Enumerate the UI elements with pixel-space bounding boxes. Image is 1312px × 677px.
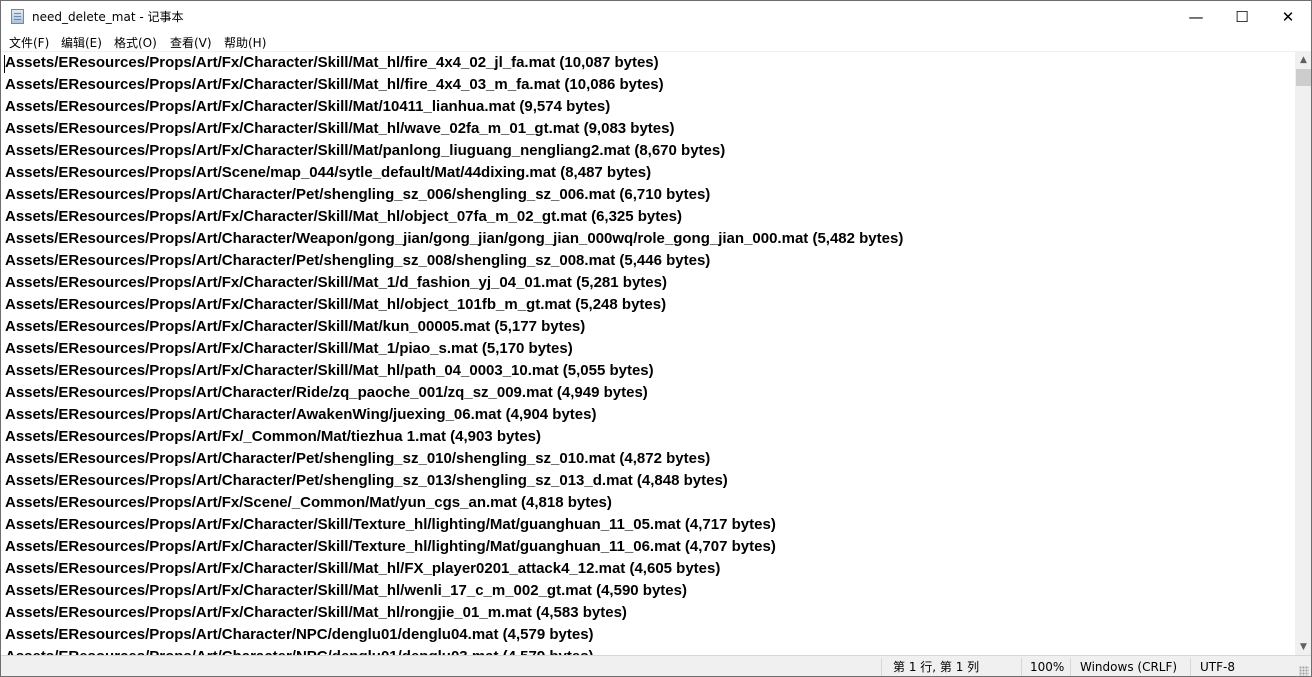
text-line: Assets/EResources/Props/Art/Fx/Character… — [5, 208, 682, 225]
close-button[interactable]: ✕ — [1265, 1, 1311, 32]
notepad-window: need_delete_mat - 记事本 — ☐ ✕ 文件(F) 编辑(E) … — [0, 0, 1312, 677]
status-divider — [1190, 658, 1191, 676]
maximize-button[interactable]: ☐ — [1219, 1, 1265, 32]
text-line: Assets/EResources/Props/Art/Character/Pe… — [5, 450, 711, 467]
text-line: Assets/EResources/Props/Art/Fx/Character… — [5, 538, 776, 555]
resize-grip-icon[interactable] — [1299, 666, 1309, 676]
text-editor[interactable]: Assets/EResources/Props/Art/Fx/Character… — [1, 51, 1295, 656]
text-line: Assets/EResources/Props/Art/Character/Pe… — [5, 252, 711, 269]
title-bar: need_delete_mat - 记事本 — ☐ ✕ — [1, 1, 1311, 32]
text-line: Assets/EResources/Props/Art/Character/Pe… — [5, 472, 728, 489]
vertical-scrollbar[interactable]: ▲ ▼ — [1295, 51, 1311, 655]
text-line: Assets/EResources/Props/Art/Fx/_Common/M… — [5, 428, 542, 445]
menu-bar: 文件(F) 编辑(E) 格式(O) 查看(V) 帮助(H) — [1, 32, 1311, 51]
text-line: Assets/EResources/Props/Art/Scene/map_04… — [5, 164, 652, 181]
notepad-icon — [11, 9, 24, 24]
text-line: Assets/EResources/Props/Art/Character/NP… — [5, 626, 594, 643]
text-line: Assets/EResources/Props/Art/Fx/Character… — [5, 560, 721, 577]
text-line: Assets/EResources/Props/Art/Fx/Scene/_Co… — [5, 494, 612, 511]
text-line: Assets/EResources/Props/Art/Fx/Character… — [5, 318, 586, 335]
text-line: Assets/EResources/Props/Art/Fx/Character… — [5, 98, 611, 115]
text-line: Assets/EResources/Props/Art/Fx/Character… — [5, 274, 667, 291]
encoding: UTF-8 — [1200, 660, 1235, 674]
status-divider — [881, 658, 882, 676]
menu-view[interactable]: 查看(V) — [170, 34, 212, 51]
status-bar: 第 1 行, 第 1 列 100% Windows (CRLF) UTF-8 — [1, 655, 1311, 676]
text-line: Assets/EResources/Props/Art/Fx/Character… — [5, 54, 659, 71]
scroll-down-arrow-icon[interactable]: ▼ — [1295, 638, 1311, 655]
minimize-button[interactable]: — — [1173, 1, 1219, 32]
text-line: Assets/EResources/Props/Art/Fx/Character… — [5, 142, 726, 159]
scroll-up-arrow-icon[interactable]: ▲ — [1295, 51, 1311, 68]
text-line: Assets/EResources/Props/Art/Fx/Character… — [5, 76, 664, 93]
text-line: Assets/EResources/Props/Art/Fx/Character… — [5, 120, 675, 137]
window-title: need_delete_mat - 记事本 — [32, 10, 184, 24]
menu-edit[interactable]: 编辑(E) — [61, 34, 102, 51]
menu-file[interactable]: 文件(F) — [9, 34, 49, 51]
text-line: Assets/EResources/Props/Art/Fx/Character… — [5, 340, 573, 357]
text-line: Assets/EResources/Props/Art/Character/Ri… — [5, 384, 648, 401]
text-line: Assets/EResources/Props/Art/Fx/Character… — [5, 604, 627, 621]
text-line: Assets/EResources/Props/Art/Character/Aw… — [5, 406, 597, 423]
text-line: Assets/EResources/Props/Art/Fx/Character… — [5, 582, 687, 599]
text-line: Assets/EResources/Props/Art/Character/We… — [5, 230, 904, 247]
text-line: Assets/EResources/Props/Art/Character/Pe… — [5, 186, 711, 203]
menu-format[interactable]: 格式(O) — [114, 34, 157, 51]
text-line: Assets/EResources/Props/Art/Fx/Character… — [5, 362, 654, 379]
status-divider — [1070, 658, 1071, 676]
text-line: Assets/EResources/Props/Art/Fx/Character… — [5, 296, 667, 313]
zoom-level: 100% — [1030, 660, 1065, 674]
cursor-position: 第 1 行, 第 1 列 — [893, 660, 980, 674]
line-ending: Windows (CRLF) — [1080, 660, 1178, 674]
scrollbar-thumb[interactable] — [1296, 69, 1311, 86]
menu-help[interactable]: 帮助(H) — [224, 34, 266, 51]
text-line: Assets/EResources/Props/Art/Fx/Character… — [5, 516, 776, 533]
status-divider — [1021, 658, 1022, 676]
